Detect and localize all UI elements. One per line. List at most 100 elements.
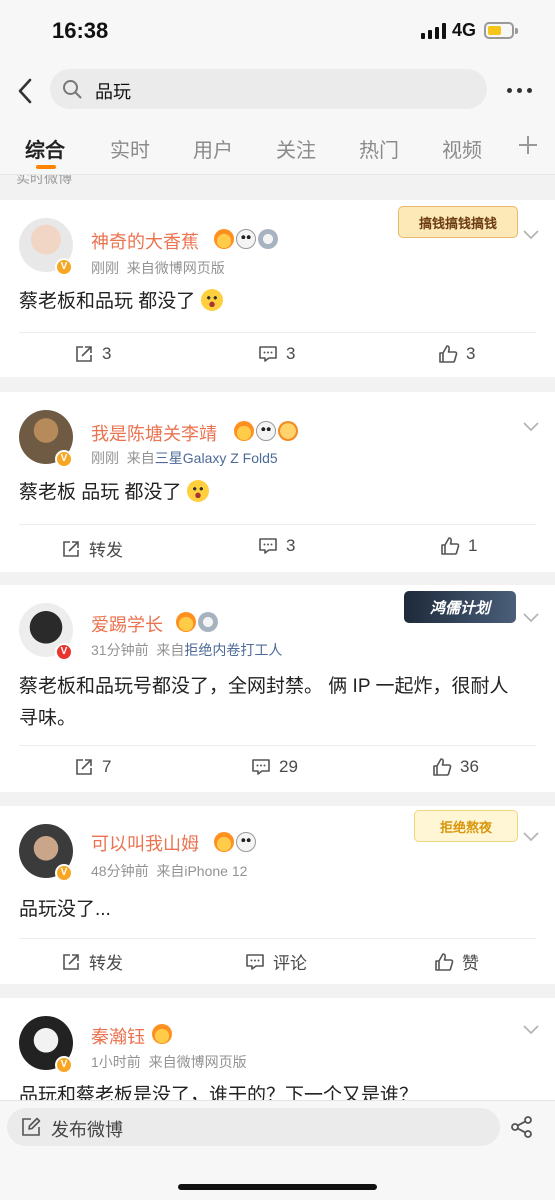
repost-count: 7 xyxy=(102,757,112,776)
tab-realtime[interactable]: 实时 xyxy=(110,134,150,163)
crown-badge-icon xyxy=(214,229,234,249)
post-text-content: 品玩和蔡老板是没了，谁干的？下一个又是谁？ xyxy=(19,1085,419,1100)
username[interactable]: 可以叫我山姆 xyxy=(91,830,199,856)
post-card[interactable]: V 我是陈塘关李靖 刚刚 来自三星Galaxy Z Fold5 蔡老板 品玩 都… xyxy=(0,392,555,572)
tab-video[interactable]: 视频 xyxy=(442,134,482,163)
repost-button[interactable]: 3 xyxy=(74,344,111,364)
tab-following[interactable]: 关注 xyxy=(276,134,316,163)
repost-button[interactable]: 7 xyxy=(74,757,111,777)
like-count: 1 xyxy=(468,536,478,555)
tab-hot[interactable]: 热门 xyxy=(359,134,399,163)
tab-comprehensive[interactable]: 综合 xyxy=(25,134,65,163)
chevron-down-icon[interactable] xyxy=(523,1025,539,1035)
source-prefix: 来自 xyxy=(156,863,185,879)
add-tab-icon[interactable] xyxy=(517,134,539,156)
comment-icon xyxy=(246,953,264,970)
divider xyxy=(19,524,536,525)
verified-badge-icon: V xyxy=(55,643,73,661)
chevron-down-icon[interactable] xyxy=(523,832,539,842)
post-card[interactable]: V 秦瀚钰 1小时前 来自微博网页版 品玩和蔡老板是没了，谁干的？下一个又是谁？ xyxy=(0,998,555,1100)
status-time: 16:38 xyxy=(52,18,109,43)
username[interactable]: 神奇的大香蕉 xyxy=(91,228,199,254)
post-text[interactable]: 蔡老板和品玩号都没了，全网封禁。 俩 IP 一起炸，很耐人寻味。 xyxy=(19,671,524,735)
back-arrow-icon[interactable] xyxy=(14,76,38,106)
share-icon[interactable] xyxy=(510,1115,534,1139)
panda-badge-icon xyxy=(236,832,256,852)
like-button[interactable]: 36 xyxy=(432,757,479,777)
comment-button[interactable]: 评论 xyxy=(245,949,307,974)
compose-input[interactable]: 发布微博 xyxy=(7,1108,500,1146)
more-icon[interactable] xyxy=(507,88,532,93)
comment-count: 29 xyxy=(279,757,298,776)
battery-icon xyxy=(484,22,518,39)
search-icon xyxy=(63,80,82,99)
comment-label: 评论 xyxy=(273,954,307,973)
verified-badge-icon: V xyxy=(55,1056,73,1074)
post-text-content: 品玩没了... xyxy=(19,899,111,920)
post-card[interactable]: V 神奇的大香蕉 搞钱搞钱搞钱 刚刚 来自微博网页版 蔡老板和品玩 都没了 3 … xyxy=(0,200,555,377)
active-tab-indicator xyxy=(36,165,56,169)
crown-badge-icon xyxy=(214,832,234,852)
signal-icon xyxy=(421,23,446,39)
source-prefix: 来自 xyxy=(126,450,155,466)
post-time: 48分钟前 xyxy=(91,863,149,879)
divider xyxy=(19,332,536,333)
card-decoration: 搞钱搞钱搞钱 xyxy=(398,206,518,238)
post-source[interactable]: 拒绝内卷打工人 xyxy=(184,642,282,658)
repost-button[interactable]: 转发 xyxy=(61,949,123,974)
divider xyxy=(19,938,536,939)
source-prefix: 来自 xyxy=(156,642,185,658)
comment-button[interactable]: 3 xyxy=(258,344,295,364)
tab-bar: 综合 实时 用户 关注 热门 视频 xyxy=(0,120,555,175)
post-meta: 31分钟前 来自拒绝内卷打工人 xyxy=(91,640,282,660)
crown-badge-icon xyxy=(152,1024,172,1044)
comment-icon xyxy=(259,346,277,362)
post-meta: 刚刚 来自微博网页版 xyxy=(91,258,225,278)
search-input[interactable]: 品玩 xyxy=(50,69,487,109)
post-text[interactable]: 蔡老板 品玩 都没了 xyxy=(19,477,539,509)
post-time: 刚刚 xyxy=(91,450,119,466)
verified-badge-icon: V xyxy=(55,258,73,276)
user-badges xyxy=(214,229,278,249)
repost-icon xyxy=(63,953,79,970)
like-count: 3 xyxy=(466,344,476,363)
post-time: 1小时前 xyxy=(91,1054,141,1070)
chevron-down-icon[interactable] xyxy=(523,230,539,240)
chevron-down-icon[interactable] xyxy=(523,613,539,623)
like-button[interactable]: 1 xyxy=(440,536,477,556)
post-meta: 48分钟前 来自iPhone 12 xyxy=(91,861,247,881)
post-card[interactable]: V 爱踢学长 鸿儒计划 31分钟前 来自拒绝内卷打工人 蔡老板和品玩号都没了，全… xyxy=(0,585,555,792)
post-source[interactable]: 三星Galaxy Z Fold5 xyxy=(155,450,278,466)
like-button[interactable]: 赞 xyxy=(434,949,479,974)
comment-button[interactable]: 29 xyxy=(251,757,298,777)
thumbs-up-icon xyxy=(435,952,454,971)
repost-button[interactable]: 转发 xyxy=(61,536,123,561)
compose-bar: 发布微博 xyxy=(0,1100,555,1200)
repost-icon xyxy=(76,759,92,775)
post-text[interactable]: 品玩和蔡老板是没了，谁干的？下一个又是谁？ xyxy=(19,1080,539,1100)
card-decoration: 拒绝熬夜 xyxy=(414,810,518,842)
username[interactable]: 秦瀚钰 xyxy=(91,1023,145,1049)
edit-icon xyxy=(22,1117,41,1136)
comment-button[interactable]: 3 xyxy=(258,536,295,556)
post-card[interactable]: V 可以叫我山姆 拒绝熬夜 48分钟前 来自iPhone 12 品玩没了... … xyxy=(0,806,555,984)
post-text-content: 蔡老板 品玩 都没了 xyxy=(19,482,182,503)
post-text-content: 蔡老板和品玩号都没了，全网封禁。 俩 IP 一起炸，很耐人寻味。 xyxy=(19,676,509,729)
username[interactable]: 爱踢学长 xyxy=(91,611,163,637)
post-text-content: 蔡老板和品玩 都没了 xyxy=(19,291,196,312)
thumbs-up-icon xyxy=(433,758,452,776)
comment-icon xyxy=(252,759,270,775)
divider xyxy=(19,745,536,746)
user-badges xyxy=(214,832,256,852)
compose-placeholder: 发布微博 xyxy=(51,1120,123,1140)
comment-count: 3 xyxy=(286,536,296,555)
post-text[interactable]: 品玩没了... xyxy=(19,894,539,926)
post-source: iPhone 12 xyxy=(184,863,248,879)
like-button[interactable]: 3 xyxy=(438,344,475,364)
username[interactable]: 我是陈塘关李靖 xyxy=(91,420,217,446)
post-text[interactable]: 蔡老板和品玩 都没了 xyxy=(19,286,539,318)
chevron-down-icon[interactable] xyxy=(523,422,539,432)
source-prefix: 来自 xyxy=(126,260,155,276)
like-label: 赞 xyxy=(462,954,479,973)
tab-users[interactable]: 用户 xyxy=(193,134,233,163)
